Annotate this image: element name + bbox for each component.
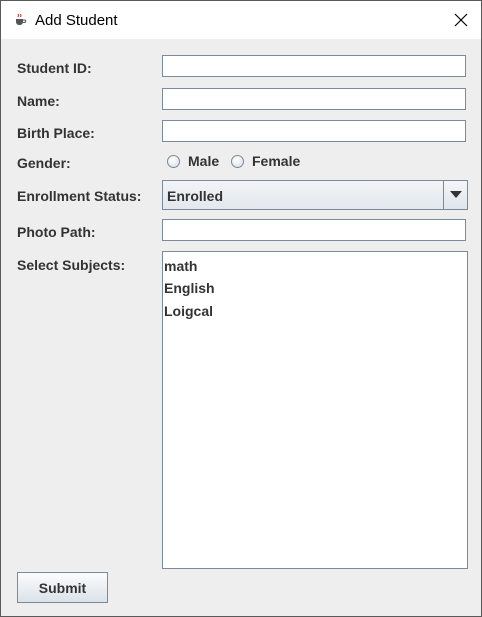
select-subjects-label: Select Subjects:	[17, 257, 126, 273]
enrollment-status-label: Enrollment Status:	[17, 188, 142, 204]
submit-button[interactable]: Submit	[17, 572, 108, 603]
add-student-dialog: Add Student Student ID: Name: Birth Plac…	[0, 0, 482, 617]
gender-male-label: Male	[188, 153, 220, 169]
close-button[interactable]	[441, 1, 481, 39]
birth-place-field[interactable]	[162, 120, 466, 142]
gender-female-label: Female	[252, 153, 301, 169]
gender-male-radio[interactable]: Male	[167, 153, 219, 169]
subjects-list[interactable]: math English Loigcal	[162, 251, 468, 569]
list-item[interactable]: English	[164, 280, 215, 296]
dropdown-arrow-button[interactable]	[443, 181, 467, 209]
title-bar: Add Student	[1, 1, 481, 39]
photo-path-label: Photo Path:	[17, 224, 96, 240]
window-title: Add Student	[35, 12, 118, 29]
list-item[interactable]: Loigcal	[164, 303, 213, 319]
gender-female-radio[interactable]: Female	[231, 153, 300, 169]
java-cup-icon	[13, 13, 27, 27]
enrollment-status-value: Enrolled	[167, 188, 224, 204]
name-label: Name:	[17, 93, 60, 109]
radio-circle-icon	[167, 154, 180, 168]
birth-place-label: Birth Place:	[17, 125, 95, 141]
gender-label: Gender:	[17, 155, 71, 171]
close-icon	[454, 13, 468, 27]
radio-circle-icon	[231, 154, 244, 168]
name-field[interactable]	[162, 88, 466, 110]
student-id-field[interactable]	[162, 55, 466, 77]
enrollment-status-dropdown[interactable]: Enrolled	[162, 180, 468, 210]
triangle-down-icon	[449, 191, 462, 198]
list-item[interactable]: math	[164, 258, 197, 274]
student-id-label: Student ID:	[17, 60, 92, 76]
photo-path-field[interactable]	[162, 219, 466, 241]
